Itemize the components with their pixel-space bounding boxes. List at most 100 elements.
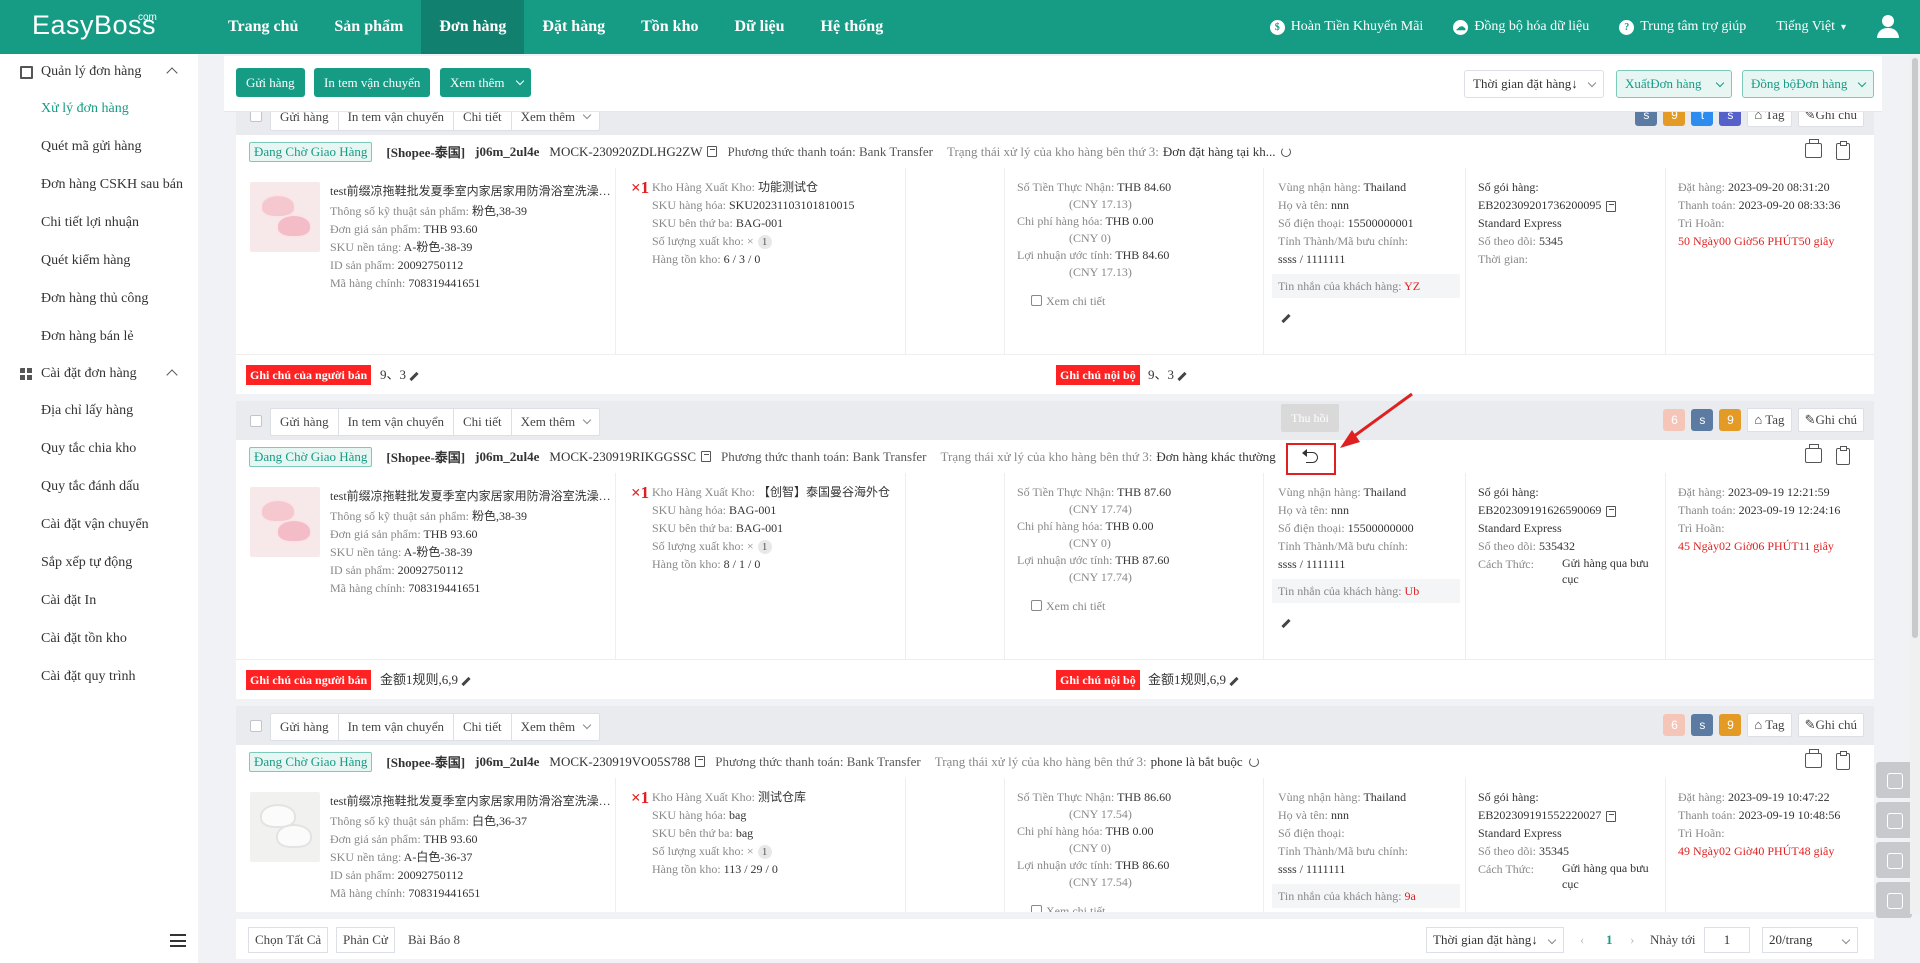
order-send-button[interactable]: Gửi hàng — [271, 112, 339, 130]
sidebar-item-profit-detail[interactable]: Chi tiết lợi nhuận — [0, 204, 198, 242]
refresh-icon[interactable] — [1876, 842, 1912, 878]
undo-icon[interactable] — [1302, 449, 1318, 463]
order-more-button[interactable]: Xem thêm — [512, 714, 600, 740]
edit-message-icon[interactable] — [1278, 613, 1291, 631]
printer-icon[interactable] — [1805, 749, 1822, 768]
sync-link[interactable]: ☁ Đồng bộ hóa dữ liệu — [1453, 19, 1589, 35]
nav-orders[interactable]: Đơn hàng — [421, 0, 525, 54]
menu-toggle-icon[interactable] — [170, 934, 186, 947]
sidebar-item-retail-orders[interactable]: Đơn hàng bán lẻ — [0, 318, 198, 356]
order-note-button[interactable]: ✎Ghi chú — [1797, 112, 1864, 127]
nav-products[interactable]: Sản phẩm — [316, 0, 421, 54]
print-label-button[interactable]: In tem vận chuyển — [314, 68, 431, 97]
sidebar-item-auto-sort[interactable]: Sắp xếp tự động — [0, 544, 198, 582]
edit-icon[interactable] — [1229, 676, 1239, 686]
export-orders-select[interactable]: XuấtĐơn hàng — [1616, 70, 1732, 98]
language-select[interactable]: Tiếng Việt ▾ — [1776, 19, 1846, 35]
order-detail-button[interactable]: Chi tiết — [454, 112, 512, 130]
order-print-button[interactable]: In tem vận chuyển — [339, 714, 454, 740]
clipboard-icon[interactable] — [1836, 751, 1850, 770]
copy-icon[interactable] — [1606, 200, 1617, 212]
sidebar-item-pickup-address[interactable]: Địa chỉ lấy hàng — [0, 392, 198, 430]
order-flag-badge[interactable]: t — [1691, 112, 1714, 126]
page-scrollbar[interactable] — [1910, 54, 1920, 914]
page-size-select[interactable]: 20/trang — [1762, 927, 1858, 953]
view-detail-link[interactable]: Xem chi tiết — [1031, 292, 1105, 310]
order-more-button[interactable]: Xem thêm — [512, 409, 600, 435]
order-tag-button[interactable]: ⌂ Tag — [1747, 408, 1792, 432]
nav-inventory[interactable]: Tồn kho — [623, 0, 716, 54]
edit-icon[interactable] — [1177, 371, 1187, 381]
edit-icon[interactable] — [409, 371, 419, 381]
order-send-button[interactable]: Gửi hàng — [271, 409, 339, 435]
nav-home[interactable]: Trang chủ — [210, 0, 316, 54]
refresh-icon[interactable] — [1281, 146, 1292, 157]
order-print-button[interactable]: In tem vận chuyển — [339, 409, 454, 435]
order-detail-button[interactable]: Chi tiết — [454, 714, 512, 740]
sidebar-item-print-settings[interactable]: Cài đặt In — [0, 582, 198, 620]
page-number[interactable]: 1 — [1606, 932, 1613, 948]
printer-icon[interactable] — [1805, 139, 1822, 158]
sidebar-item-mark-rules[interactable]: Quy tắc đánh dấu — [0, 468, 198, 506]
product-name[interactable]: test前缀凉拖鞋批发夏季室内家居家用防滑浴室洗澡情侣eva拖鞋 — [330, 182, 615, 199]
refresh-icon[interactable] — [1248, 756, 1259, 767]
invert-selection-button[interactable]: Phản Cử — [336, 927, 395, 953]
order-tag-button[interactable]: ⌂ Tag — [1747, 713, 1792, 737]
edit-icon[interactable] — [461, 676, 471, 686]
order-detail-button[interactable]: Chi tiết — [454, 409, 512, 435]
order-flag-badge[interactable]: s — [1691, 409, 1714, 431]
edit-message-icon[interactable] — [1278, 308, 1291, 326]
select-all-button[interactable]: Chọn Tất Cả — [248, 927, 329, 953]
sidebar-group-order-settings[interactable]: Cài đặt đơn hàng — [0, 356, 198, 392]
order-checkbox[interactable] — [250, 415, 262, 427]
order-flag-badge[interactable]: s — [1691, 714, 1714, 736]
sort-select[interactable]: Thời gian đặt hàng↓ — [1464, 70, 1604, 98]
view-detail-link[interactable]: Xem chi tiết — [1031, 597, 1105, 615]
order-flag-badge[interactable]: s — [1635, 112, 1658, 126]
nav-purchase[interactable]: Đặt hàng — [524, 0, 623, 54]
sidebar-item-warehouse-rules[interactable]: Quy tắc chia kho — [0, 430, 198, 468]
sidebar-item-process-orders[interactable]: Xử lý đơn hàng — [0, 90, 198, 128]
sidebar-group-order-management[interactable]: Quản lý đơn hàng — [0, 54, 198, 90]
product-name[interactable]: test前缀凉拖鞋批发夏季室内家居家用防滑浴室洗澡情侣eva拖鞋 — [330, 792, 615, 809]
more-button[interactable]: Xem thêm — [440, 68, 531, 97]
copy-icon[interactable] — [707, 146, 718, 157]
sidebar-item-after-sales[interactable]: Đơn hàng CSKH sau bán — [0, 166, 188, 204]
order-more-button[interactable]: Xem thêm — [512, 112, 600, 130]
sidebar-item-scan-ship[interactable]: Quét mã gửi hàng — [0, 128, 198, 166]
promo-link[interactable]: $ Hoàn Tiền Khuyến Mãi — [1269, 19, 1423, 35]
jump-input[interactable]: 1 — [1704, 927, 1750, 953]
order-tag-button[interactable]: ⌂ Tag — [1747, 112, 1792, 127]
next-page-icon[interactable]: › — [1630, 932, 1634, 948]
product-name[interactable]: test前缀凉拖鞋批发夏季室内家居家用防滑浴室洗澡情侣eva拖鞋 — [330, 487, 615, 504]
order-flag-badge[interactable]: 9 — [1719, 714, 1742, 736]
sidebar-item-shipping-settings[interactable]: Cài đặt vận chuyển — [0, 506, 198, 544]
order-send-button[interactable]: Gửi hàng — [271, 714, 339, 740]
order-flag-badge[interactable]: 9 — [1663, 112, 1686, 126]
order-print-button[interactable]: In tem vận chuyển — [339, 112, 454, 130]
clipboard-icon[interactable] — [1836, 141, 1850, 160]
feedback-icon[interactable] — [1876, 802, 1912, 838]
sync-orders-select[interactable]: Đồng bộĐơn hàng — [1742, 70, 1874, 98]
sidebar-item-manual-orders[interactable]: Đơn hàng thủ công — [0, 280, 198, 318]
order-flag-badge[interactable]: 6 — [1663, 409, 1686, 431]
sidebar-item-workflow-settings[interactable]: Cài đặt quy trình — [0, 658, 198, 696]
support-icon[interactable] — [1876, 762, 1912, 798]
copy-icon[interactable] — [701, 451, 712, 462]
order-flag-badge[interactable]: s — [1719, 112, 1742, 126]
product-image[interactable] — [250, 792, 320, 862]
sidebar-item-scan-check[interactable]: Quét kiểm hàng — [0, 242, 198, 280]
copy-icon[interactable] — [1606, 810, 1617, 822]
send-button[interactable]: Gửi hàng — [236, 68, 305, 97]
order-checkbox[interactable] — [250, 720, 262, 732]
product-image[interactable] — [250, 487, 320, 557]
copy-icon[interactable] — [1606, 505, 1617, 517]
nav-data[interactable]: Dữ liệu — [716, 0, 802, 54]
product-image[interactable] — [250, 182, 320, 252]
user-icon[interactable] — [1876, 15, 1900, 39]
sidebar-item-stock-settings[interactable]: Cài đặt tồn kho — [0, 620, 198, 658]
order-note-button[interactable]: ✎Ghi chú — [1797, 713, 1864, 737]
order-flag-badge[interactable]: 9 — [1719, 409, 1742, 431]
view-detail-link[interactable]: Xem chi tiết — [1031, 902, 1105, 912]
prev-page-icon[interactable]: ‹ — [1580, 932, 1584, 948]
